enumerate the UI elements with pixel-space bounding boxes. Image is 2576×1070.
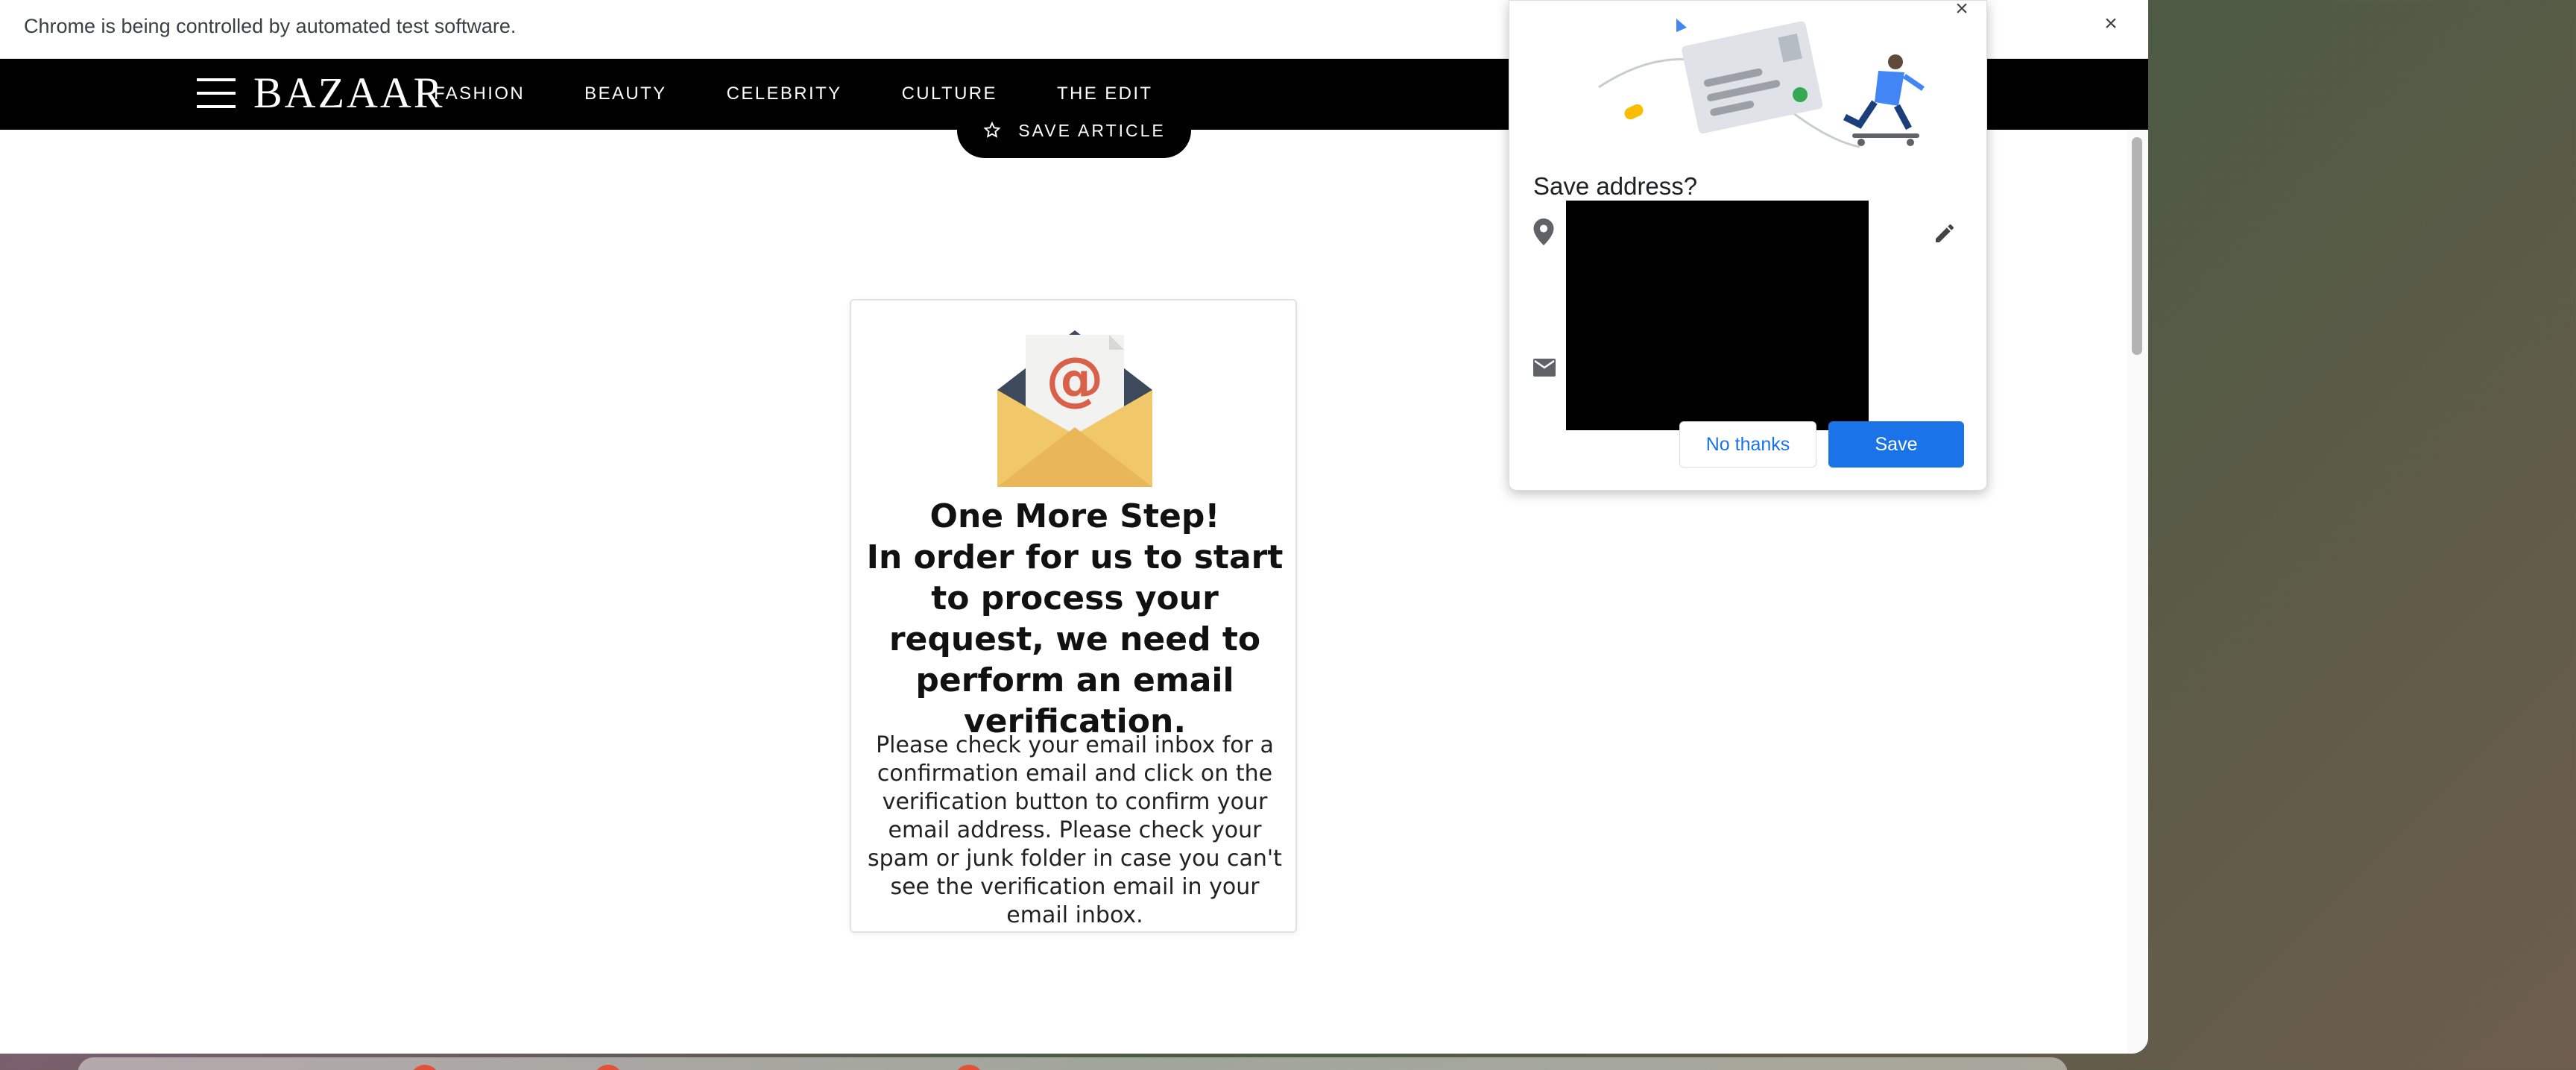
location-pin-icon bbox=[1533, 218, 1554, 245]
email-verification-card: @ One More Step! In order for us to star… bbox=[850, 299, 1297, 933]
heading-line-1: One More Step! bbox=[929, 497, 1220, 535]
verification-heading: One More Step! In order for us to start … bbox=[866, 496, 1284, 742]
hamburger-menu-icon[interactable] bbox=[197, 74, 236, 113]
dock-app-icon[interactable] bbox=[593, 1065, 623, 1070]
verification-instructions: Please check your email inbox for a conf… bbox=[868, 732, 1282, 928]
close-icon[interactable]: × bbox=[1951, 0, 1973, 20]
close-icon[interactable]: × bbox=[2099, 12, 2123, 36]
dock-app-icon[interactable] bbox=[954, 1065, 984, 1070]
dock-app-icon[interactable] bbox=[410, 1065, 440, 1070]
email-envelope-icon: @ bbox=[997, 330, 1152, 487]
save-article-button[interactable]: SAVE ARTICLE bbox=[957, 103, 1191, 158]
heading-line-2: In order for us to start to process your… bbox=[866, 538, 1284, 740]
dialog-title: Save address? bbox=[1533, 172, 1698, 200]
save-button[interactable]: Save bbox=[1828, 421, 1964, 468]
svg-text:@: @ bbox=[1046, 346, 1104, 413]
nav-link-fashion[interactable]: FASHION bbox=[434, 81, 525, 107]
edit-pencil-icon[interactable] bbox=[1933, 221, 1957, 245]
bookmark-star-icon bbox=[983, 121, 1001, 138]
nav-link-beauty[interactable]: BEAUTY bbox=[584, 81, 666, 107]
redacted-address-block bbox=[1566, 201, 1869, 430]
site-logo[interactable]: BAZAAR bbox=[253, 71, 444, 116]
save-address-dialog: × Save address? No thanks Save bbox=[1509, 0, 1987, 491]
nav-link-celebrity[interactable]: CELEBRITY bbox=[727, 81, 842, 107]
scrollbar-thumb[interactable] bbox=[2132, 137, 2142, 355]
mail-icon bbox=[1533, 359, 1556, 377]
no-thanks-button[interactable]: No thanks bbox=[1679, 421, 1816, 468]
save-article-label: SAVE ARTICLE bbox=[1018, 120, 1166, 140]
browser-window: Chrome is being controlled by automated … bbox=[0, 0, 2148, 1054]
infobar-message: Chrome is being controlled by automated … bbox=[24, 15, 517, 37]
macos-dock bbox=[78, 1057, 2068, 1070]
save-address-illustration bbox=[1598, 19, 1925, 148]
